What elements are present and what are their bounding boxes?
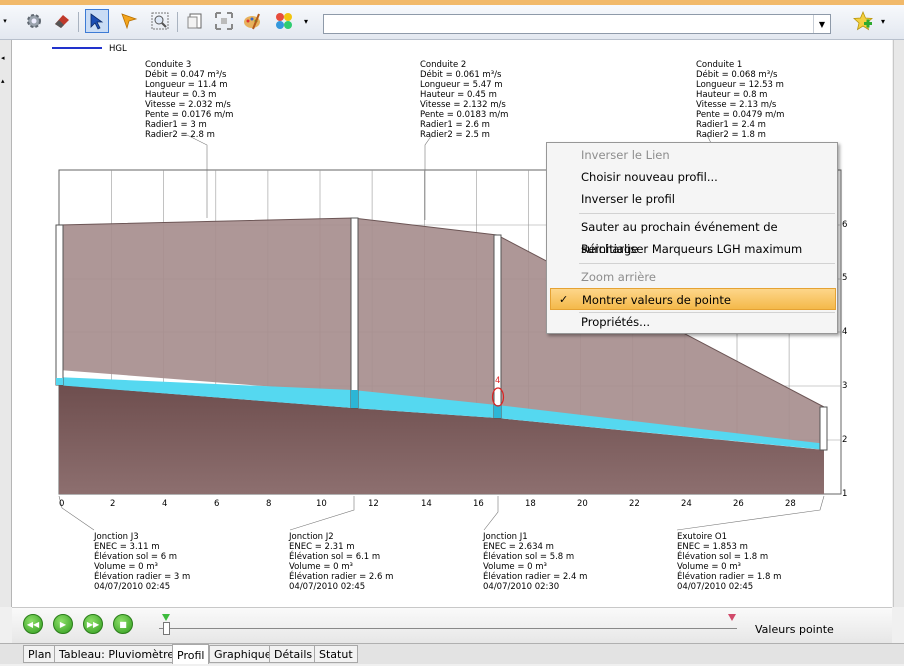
x-tick: 4 xyxy=(162,499,168,509)
right-panel-edge[interactable] xyxy=(893,40,904,607)
select-arrow-icon[interactable] xyxy=(85,9,109,33)
y-tick: 4 xyxy=(842,327,848,337)
tab-details[interactable]: Détails xyxy=(269,645,318,663)
x-tick: 8 xyxy=(266,499,272,509)
y-tick: 2 xyxy=(842,435,848,445)
play-icon[interactable]: ▶ xyxy=(53,614,73,634)
x-tick: 20 xyxy=(577,499,588,509)
chevron-left-icon[interactable]: ◂ xyxy=(1,54,5,62)
junction-label-j1: Jonction J1 ENEC = 2.634 m Élévation sol =… xyxy=(483,532,588,592)
x-tick: 2 xyxy=(110,499,116,509)
manhole-j2-water xyxy=(351,390,358,408)
time-slider-track[interactable] xyxy=(159,628,737,629)
tab-graph[interactable]: Graphique xyxy=(209,645,277,663)
x-tick: 0 xyxy=(59,499,65,509)
zoom-window-icon[interactable] xyxy=(148,9,172,33)
chevron-down-icon[interactable]: ▼ xyxy=(813,15,830,33)
flag-pointer-icon[interactable] xyxy=(117,9,141,33)
player-mode-label: Valeurs pointe xyxy=(755,623,834,636)
x-tick: 12 xyxy=(368,499,379,509)
palette-icon[interactable] xyxy=(240,9,264,33)
conduit-label-3: Conduite 3 Débit = 0.047 m³/s Longueur = 1… xyxy=(145,60,234,140)
x-tick: 28 xyxy=(785,499,796,509)
x-tick: 22 xyxy=(629,499,640,509)
x-tick: 16 xyxy=(473,499,484,509)
profile-selector-combo[interactable]: ▼ xyxy=(323,14,831,34)
menu-item-reverse-link[interactable]: Inverser le Lien xyxy=(547,144,837,166)
manhole-j3-water xyxy=(56,378,63,385)
x-tick: 24 xyxy=(681,499,692,509)
chevron-up-icon[interactable]: ▴ xyxy=(1,77,5,85)
left-panel-edge[interactable]: ◂ ▴ xyxy=(0,40,12,607)
time-end-marker[interactable] xyxy=(728,614,736,621)
toolbar: ▾ ▾ ▼ ▾ xyxy=(0,5,904,40)
x-tick: 6 xyxy=(214,499,220,509)
toolbar-separator xyxy=(78,12,79,32)
x-tick: 26 xyxy=(733,499,744,509)
manhole-j1-water xyxy=(494,405,501,418)
menu-item-show-peak-values[interactable]: ✓ Montrer valeurs de pointe xyxy=(550,288,836,310)
tab-profile[interactable]: Profil xyxy=(172,644,210,664)
tab-rain-gauges[interactable]: Tableau: Pluviomètres xyxy=(54,645,185,663)
y-tick: 3 xyxy=(842,381,848,391)
time-slider-thumb[interactable] xyxy=(163,622,170,635)
context-menu: Inverser le Lien Choisir nouveau profil.… xyxy=(546,142,838,334)
x-tick: 18 xyxy=(525,499,536,509)
rewind-icon[interactable]: ◀◀ xyxy=(23,614,43,634)
copy-icon[interactable] xyxy=(183,9,207,33)
y-tick: 1 xyxy=(842,489,848,499)
stop-icon[interactable]: ■ xyxy=(113,614,133,634)
eraser-icon[interactable] xyxy=(50,9,74,33)
fast-forward-icon[interactable]: ▶▶ xyxy=(83,614,103,634)
tab-plan[interactable]: Plan xyxy=(23,645,57,663)
x-tick: 14 xyxy=(421,499,432,509)
add-star-icon[interactable] xyxy=(851,9,875,33)
menu-item-jump-surcharge[interactable]: Sauter au prochain événement de surcharg… xyxy=(547,216,837,256)
animation-player-bar: ◀◀ ▶ ▶▶ ■ Valeurs pointe xyxy=(12,607,892,644)
chevron-down-icon[interactable]: ▾ xyxy=(300,9,312,33)
menu-item-zoom-out[interactable]: Zoom arrière xyxy=(547,266,837,288)
junction-label-j3: Jonction J3 ENEC = 3.11 m Élévation sol = … xyxy=(94,532,191,592)
y-tick: 6 xyxy=(842,220,848,230)
chevron-down-icon[interactable]: ▾ xyxy=(877,9,889,33)
junction-label-o1: Exutoire O1 ENEC = 1.853 m Élévation sol =… xyxy=(677,532,782,592)
menu-item-label: Montrer valeurs de pointe xyxy=(582,293,731,307)
junction-label-j2: Jonction J2 ENEC = 2.31 m Élévation sol = … xyxy=(289,532,394,592)
color-legend-icon[interactable] xyxy=(272,9,296,33)
menu-item-properties[interactable]: Propriétés... xyxy=(547,311,837,333)
full-extent-icon[interactable] xyxy=(212,9,236,33)
menu-item-reverse-profile[interactable]: Inverser le profil xyxy=(547,188,837,210)
manhole-j3 xyxy=(55,224,64,386)
tab-status[interactable]: Statut xyxy=(314,645,358,663)
manhole-j1 xyxy=(493,234,502,419)
menu-separator xyxy=(579,263,835,264)
gear-icon[interactable] xyxy=(22,9,46,33)
toolbar-overflow-arrow[interactable]: ▾ xyxy=(0,9,10,33)
x-tick: 10 xyxy=(316,499,327,509)
toolbar-separator xyxy=(177,12,178,32)
conduit-label-2: Conduite 2 Débit = 0.061 m³/s Longueur = 5… xyxy=(420,60,509,140)
peak-marker-label: 4 xyxy=(495,376,501,386)
view-tabs: Plan Tableau: Pluviomètres Profil Graphi… xyxy=(0,643,904,664)
outfall-o1 xyxy=(819,406,828,451)
menu-item-choose-profile[interactable]: Choisir nouveau profil... xyxy=(547,166,837,188)
menu-separator xyxy=(579,213,835,214)
menu-item-reset-hgl-markers[interactable]: Réinitialiser Marqueurs LGH maximum xyxy=(547,238,837,260)
y-tick: 5 xyxy=(842,273,848,283)
manhole-j2 xyxy=(350,217,359,409)
time-start-marker[interactable] xyxy=(162,614,170,621)
checkmark-icon: ✓ xyxy=(559,293,569,306)
conduit-label-1: Conduite 1 Débit = 0.068 m³/s Longueur = 1… xyxy=(696,60,785,140)
legend-hgl-label: HGL xyxy=(109,44,127,54)
